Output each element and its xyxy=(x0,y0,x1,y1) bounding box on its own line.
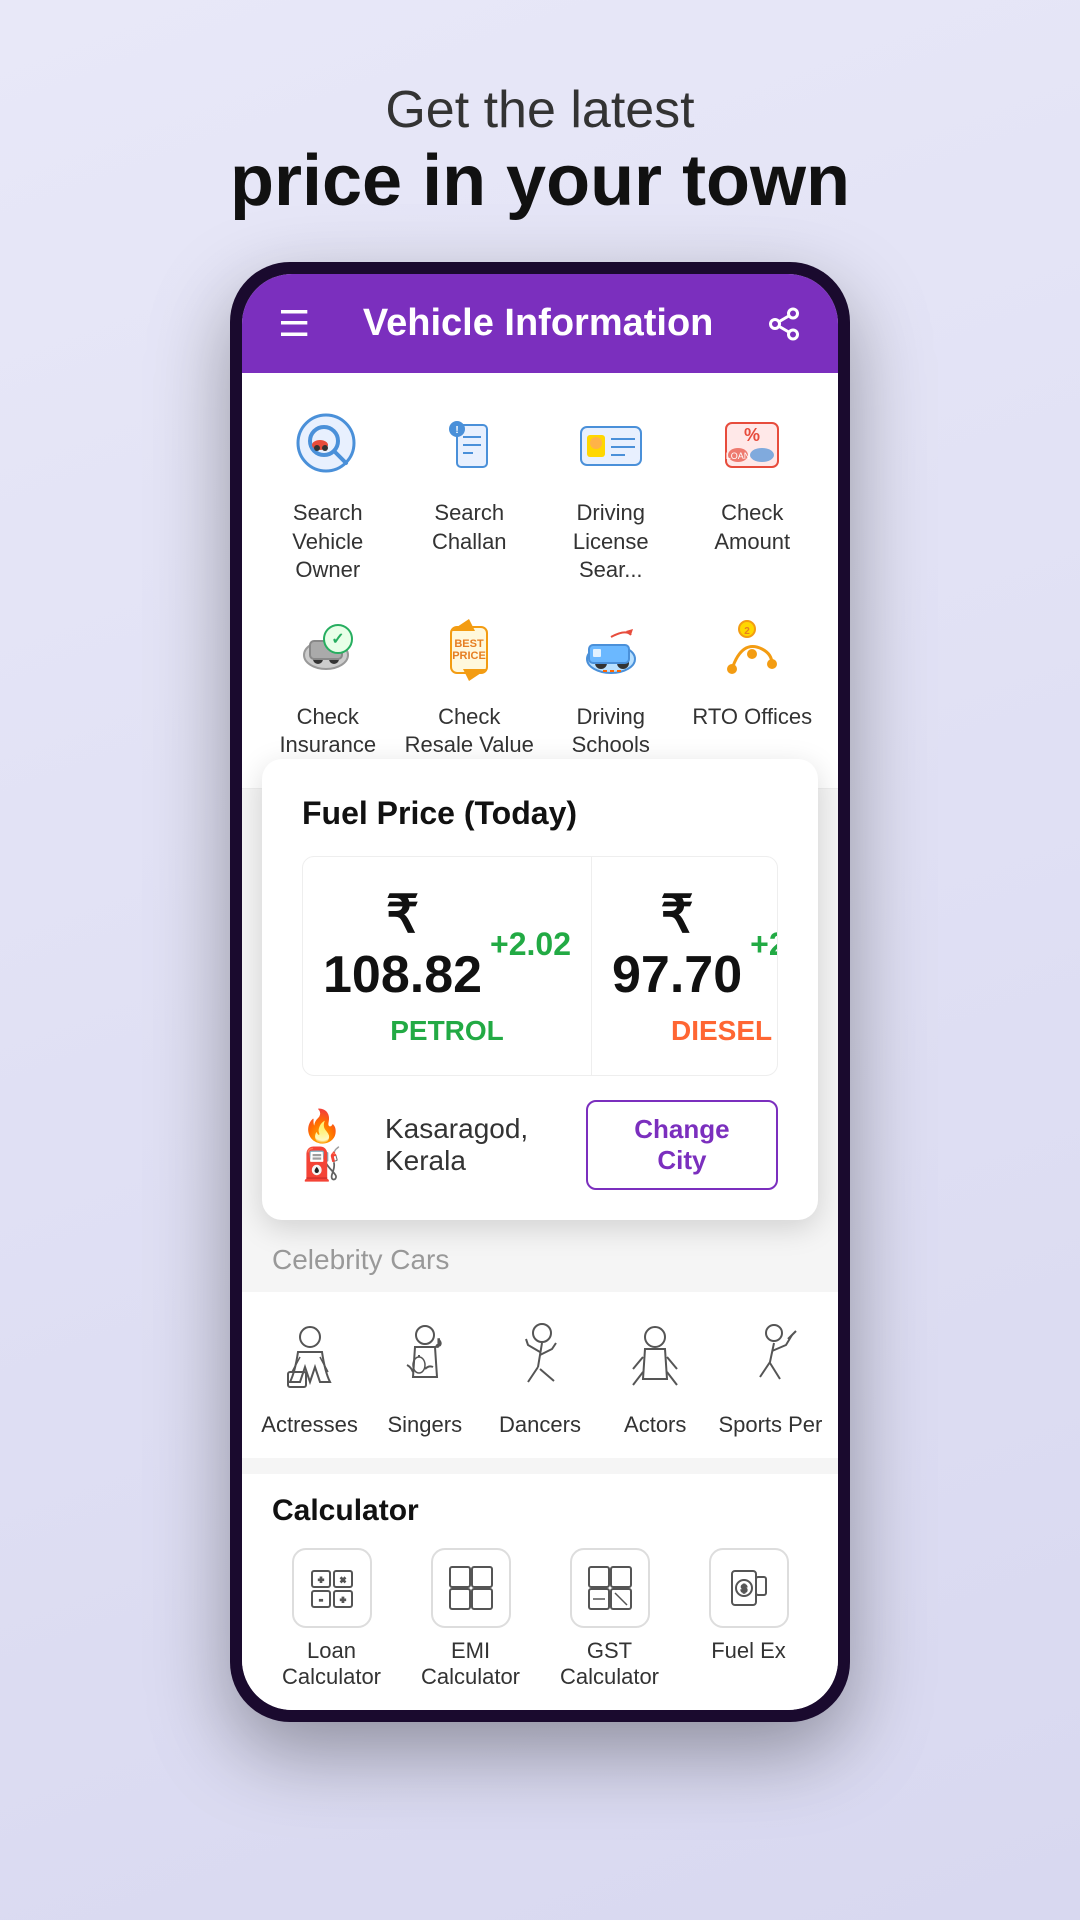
diesel-change: +2.01 xyxy=(750,926,778,963)
dancer-label: Dancers xyxy=(499,1412,581,1438)
singer-label: Singers xyxy=(388,1412,463,1438)
celebrity-cars-row: Actresses ♪ Singers xyxy=(242,1292,838,1458)
driving-schools-icon xyxy=(567,605,655,693)
change-city-button[interactable]: Change City xyxy=(586,1100,778,1190)
svg-text:×: × xyxy=(340,1575,345,1585)
loan-calc-label: Loan Calculator xyxy=(272,1638,391,1690)
petrol-change: +2.02 xyxy=(490,926,571,963)
fuel-location-row: 🔥⛽ Kasaragod, Kerala Change City xyxy=(302,1100,778,1190)
actress-icon xyxy=(265,1312,355,1402)
calculator-items-row: + - × ÷ Loan Calculator xyxy=(272,1548,808,1690)
calc-item-emi[interactable]: EMI Calculator xyxy=(411,1548,530,1690)
emi-calc-label: EMI Calculator xyxy=(411,1638,530,1690)
calculator-section: Calculator + - × ÷ xyxy=(242,1474,838,1710)
celeb-item-actresses[interactable]: Actresses xyxy=(252,1312,367,1438)
hero-subtitle: Get the latest xyxy=(230,80,850,140)
grid-item-check-insurance[interactable]: ✓ Check Insurance xyxy=(262,605,394,760)
fuel-location: 🔥⛽ Kasaragod, Kerala xyxy=(302,1107,586,1183)
vehicle-services-grid: Search Vehicle Owner ! Search Chal xyxy=(242,373,838,789)
svg-text:÷: ÷ xyxy=(340,1595,345,1605)
diesel-price-display: ₹ 97.70 +2.01 xyxy=(612,885,778,1005)
svg-text:%: % xyxy=(744,425,760,445)
svg-text:2: 2 xyxy=(744,626,750,637)
loan-calc-icon: + - × ÷ xyxy=(292,1548,372,1628)
fuel-drop-icon: 🔥⛽ xyxy=(302,1107,371,1183)
calc-item-loan[interactable]: + - × ÷ Loan Calculator xyxy=(272,1548,391,1690)
celeb-item-dancers[interactable]: Dancers xyxy=(482,1312,597,1438)
celeb-item-actors[interactable]: Actors xyxy=(598,1312,713,1438)
grid-item-rto-offices[interactable]: 2 RTO Offices xyxy=(687,605,819,760)
grid-label-check-resale: Check Resale Value xyxy=(404,703,536,760)
diesel-label: DIESEL xyxy=(612,1015,778,1047)
grid-label-check-amount: Check Amount xyxy=(687,499,819,556)
petrol-price: ₹ 108.82 xyxy=(323,885,482,1005)
grid-item-check-amount[interactable]: % LOAN Check Amount xyxy=(687,401,819,585)
diesel-price: ₹ 97.70 xyxy=(612,885,742,1005)
hero-section: Get the latest price in your town xyxy=(190,0,890,262)
fuel-card-title: Fuel Price (Today) xyxy=(302,795,778,832)
sports-icon xyxy=(725,1312,815,1402)
diesel-cell: ₹ 97.70 +2.01 DIESEL xyxy=(592,857,778,1075)
city-name: Kasaragod, Kerala xyxy=(385,1113,586,1177)
fuel-price-card: Fuel Price (Today) ₹ 108.82 +2.02 PETROL… xyxy=(262,759,818,1220)
dancer-icon xyxy=(495,1312,585,1402)
grid-label-driving-schools: Driving Schools xyxy=(545,703,677,760)
singer-icon: ♪ xyxy=(380,1312,470,1402)
petrol-cell: ₹ 108.82 +2.02 PETROL xyxy=(303,857,592,1075)
celeb-item-singers[interactable]: ♪ Singers xyxy=(367,1312,482,1438)
grid-label-rto-offices: RTO Offices xyxy=(692,703,812,732)
fuel-ex-calc-icon: $ xyxy=(709,1548,789,1628)
gst-calc-label: GST Calculator xyxy=(550,1638,669,1690)
grid-label-check-insurance: Check Insurance xyxy=(262,703,394,760)
grid-label-search-vehicle: Search Vehicle Owner xyxy=(262,499,394,585)
svg-text:✓: ✓ xyxy=(331,631,344,648)
grid-item-check-resale[interactable]: BEST PRICE Check Resale Value xyxy=(404,605,536,760)
calculator-title: Calculator xyxy=(272,1494,808,1528)
phone-screen: ☰ Vehicle Information xyxy=(242,274,838,1710)
grid-label-search-challan: Search Challan xyxy=(404,499,536,556)
actor-label: Actors xyxy=(624,1412,686,1438)
sports-label: Sports Per xyxy=(718,1412,822,1438)
svg-text:BEST: BEST xyxy=(455,638,485,650)
celeb-item-sports[interactable]: Sports Per xyxy=(713,1312,828,1438)
gst-calc-icon xyxy=(570,1548,650,1628)
svg-text:$: $ xyxy=(741,1584,747,1595)
grid-item-driving-schools[interactable]: Driving Schools xyxy=(545,605,677,760)
calc-item-gst[interactable]: GST Calculator xyxy=(550,1548,669,1690)
svg-text:LOAN: LOAN xyxy=(726,451,751,461)
services-grid-container: Search Vehicle Owner ! Search Chal xyxy=(262,401,818,760)
check-resale-icon: BEST PRICE xyxy=(425,605,513,693)
emi-calc-icon xyxy=(431,1548,511,1628)
svg-text:PRICE: PRICE xyxy=(452,650,486,662)
share-icon[interactable] xyxy=(766,306,802,342)
fuel-ex-calc-label: Fuel Ex xyxy=(711,1638,786,1664)
grid-item-search-challan[interactable]: ! Search Challan xyxy=(404,401,536,585)
grid-item-search-vehicle[interactable]: Search Vehicle Owner xyxy=(262,401,394,585)
petrol-label: PETROL xyxy=(323,1015,571,1047)
fuel-prices-row: ₹ 108.82 +2.02 PETROL ₹ 97.70 +2.01 DIES… xyxy=(302,856,778,1076)
check-amount-icon: % LOAN xyxy=(708,401,796,489)
driving-license-icon xyxy=(567,401,655,489)
check-insurance-icon: ✓ xyxy=(284,605,372,693)
search-challan-icon: ! xyxy=(425,401,513,489)
hero-title: price in your town xyxy=(230,140,850,222)
actor-icon xyxy=(610,1312,700,1402)
grid-label-driving-license: Driving License Sear... xyxy=(545,499,677,585)
calc-item-fuel-ex[interactable]: $ Fuel Ex xyxy=(689,1548,808,1690)
celebrity-section-label: Celebrity Cars xyxy=(242,1220,838,1292)
actress-label: Actresses xyxy=(261,1412,358,1438)
svg-text:♪: ♪ xyxy=(435,1334,442,1350)
svg-text:!: ! xyxy=(456,425,459,436)
petrol-price-display: ₹ 108.82 +2.02 xyxy=(323,885,571,1005)
app-header: ☰ Vehicle Information xyxy=(242,274,838,373)
search-vehicle-icon xyxy=(284,401,372,489)
phone-frame: ☰ Vehicle Information xyxy=(230,262,850,1722)
svg-text:+: + xyxy=(318,1575,323,1585)
app-title: Vehicle Information xyxy=(363,302,714,345)
hamburger-icon[interactable]: ☰ xyxy=(278,303,310,345)
svg-text:-: - xyxy=(319,1595,322,1605)
rto-offices-icon: 2 xyxy=(708,605,796,693)
grid-item-driving-license[interactable]: Driving License Sear... xyxy=(545,401,677,585)
